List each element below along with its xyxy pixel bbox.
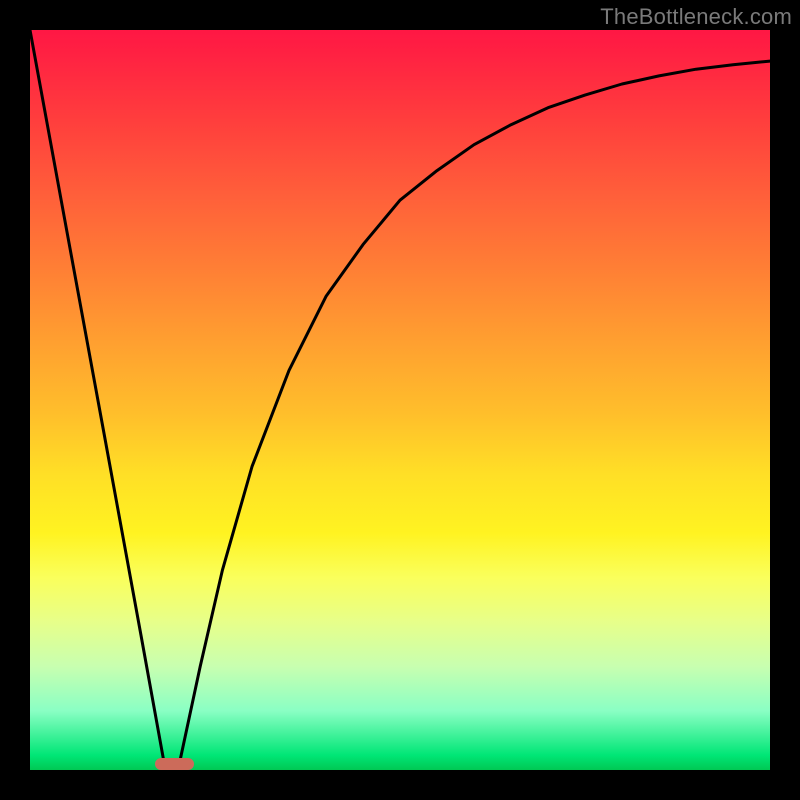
watermark-text: TheBottleneck.com xyxy=(600,4,792,30)
curve-path xyxy=(30,30,770,770)
optimal-region-marker xyxy=(155,758,193,770)
bottleneck-curve xyxy=(30,30,770,770)
chart-frame: TheBottleneck.com xyxy=(0,0,800,800)
